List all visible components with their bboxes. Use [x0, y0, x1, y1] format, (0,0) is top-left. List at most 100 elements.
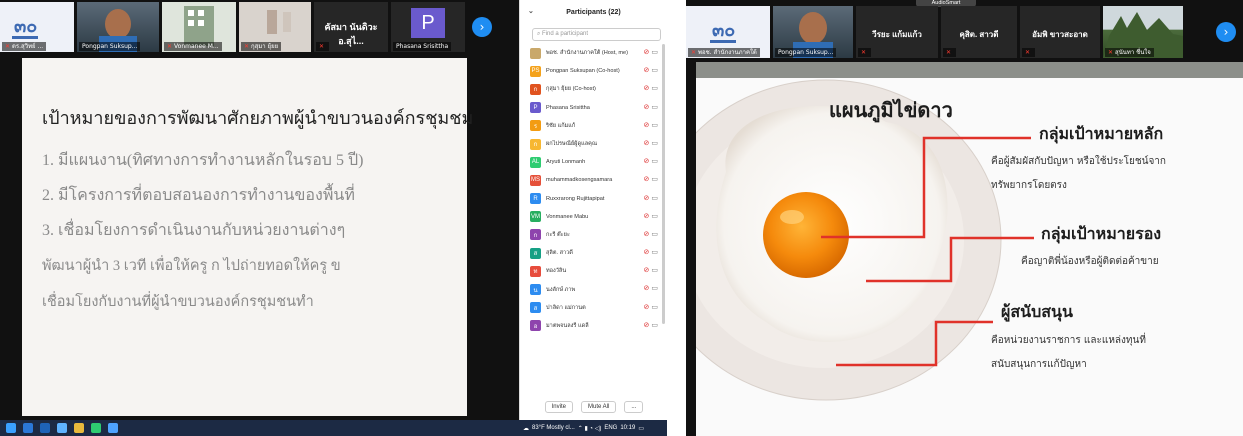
video-tile[interactable]: ✕ สุนันทา ชื่นใจ [1103, 6, 1183, 58]
participant-row[interactable]: PS Pongpan Suksupan (Co-host) ⊘ ▭ [520, 62, 668, 80]
participant-name: Ruxxrarong Rujittapipat [546, 195, 605, 202]
search-icon[interactable] [23, 423, 33, 433]
participant-name: ริชัย แก้มแก้ [546, 122, 576, 129]
participant-row[interactable]: ก กุสุมา ยุ้ยย (Co-host) ⊘ ▭ [520, 80, 668, 98]
participant-row[interactable]: ท ทองวัลิน ⊘ ▭ [520, 262, 668, 280]
muted-mic-icon: ⊘ [643, 302, 650, 311]
camera-icon: ▭ [651, 66, 658, 75]
participant-row[interactable]: R Ruxxrarong Rujittapipat ⊘ ▭ [520, 190, 668, 208]
slide-line: เชื่อมโยงกับงานที่ผู้นำขบวนองค์กรชุมชนทำ [42, 294, 314, 310]
camera-icon: ▭ [651, 102, 658, 111]
search-input[interactable]: ⌕ Find a participant [532, 28, 661, 41]
edge-icon[interactable] [57, 423, 67, 433]
video-tile[interactable]: Pongpan Suksup... [77, 2, 159, 52]
participant-name: สุลิต. สาวดี [546, 250, 573, 257]
language-indicator[interactable]: ENG [604, 425, 617, 431]
muted-mic-icon: ✕ [691, 49, 697, 56]
tile-display-name: อัมพิ ขาวสะอาด [1032, 30, 1088, 39]
system-tray: ☁ 83°F Mostly cl... ⌃ ▮ ◔ ◁) ENG 10:19 ▭ [519, 420, 667, 436]
tile-display-name: คุสิต. สาวดี [959, 30, 999, 39]
video-tile[interactable]: ๓๐ ✕ ดร.สุวิทย์ ... [0, 2, 74, 52]
video-tile[interactable]: ✕ Vonmanee M... [162, 2, 236, 52]
muted-mic-icon: ⊘ [643, 211, 650, 220]
chevron-right-icon[interactable]: › [472, 17, 492, 37]
participant-row[interactable]: ก กะรี ต๊ะยะ ⊘ ▭ [520, 226, 668, 244]
participant-avatar: ก [530, 229, 541, 241]
participant-row[interactable]: ร ริชัย แก้มแก้ ⊘ ▭ [520, 117, 668, 135]
slide-line: 3. เชื่อมโยงการดำเนินงานกับหน่วยงานต่างๆ [42, 222, 346, 239]
video-tile[interactable]: P Phasana Srisittha [391, 2, 465, 52]
participant-avatar: ก [530, 138, 541, 150]
notification-icon[interactable]: ▭ [638, 425, 644, 432]
start-icon[interactable] [6, 423, 16, 433]
clock[interactable]: 10:19 [620, 425, 635, 431]
participant-avatar: ท [530, 265, 541, 277]
muted-mic-icon: ⊘ [643, 175, 650, 184]
participant-row[interactable]: ส สุลิต. สาวดี ⊘ ▭ [520, 244, 668, 262]
participant-avatar: PS [530, 65, 541, 77]
tile-name: ✕ พอช. สำนักงานภาคใต้ [688, 48, 760, 57]
tile-name: ✕ ดร.สุวิทย์ ... [2, 42, 47, 51]
group-heading: กลุ่มเป้าหมายหลัก [1039, 124, 1164, 143]
muted-mic-icon: ⊘ [643, 266, 650, 275]
right-screen: AudioSmart ๓๐ ✕ พอช. สำนักงานภาคใต้ Pongp… [686, 0, 1243, 436]
shared-slide: เป้าหมายของการพัฒนาศักยภาพผู้นำขบวนองค์ก… [22, 58, 473, 416]
participant-row[interactable]: ส ปาลิดา แม่กานต ⊘ ▭ [520, 299, 668, 317]
chrome-icon[interactable] [74, 423, 84, 433]
tile-display-name: วีรยะ แก้มแก้ว [872, 30, 922, 39]
zoom-app-icon[interactable] [108, 423, 118, 433]
muted-mic-icon: ⊘ [643, 138, 650, 147]
group-desc: ทรัพยากรโดยตรง [991, 180, 1067, 191]
muted-mic-icon: ⊘ [643, 193, 650, 202]
participant-row[interactable]: อ มาตพจนลงรี แดลี ⊘ ▭ [520, 317, 668, 335]
muted-mic-icon: ⊘ [643, 48, 650, 56]
participant-row[interactable]: P Phasana Srisittha ⊘ ▭ [520, 99, 668, 117]
chevron-right-icon[interactable]: › [1216, 22, 1236, 42]
video-tile[interactable]: อัมพิ ขาวสะอาด ✕ [1020, 6, 1100, 58]
egg-yolk [763, 192, 849, 278]
participant-status-icons: ⊘ ▭ [644, 284, 659, 292]
tile-name: Pongpan Suksup... [79, 42, 141, 51]
task-view-icon[interactable] [40, 423, 50, 433]
participant-row[interactable]: ก ผกไปรษณีย์ผู้ดูแลคุณ ⊘ ▭ [520, 135, 668, 153]
participant-name: Pongpan Suksupan (Co-host) [546, 68, 620, 75]
participant-row[interactable]: น นงลักษ์ ภาพ ⊘ ▭ [520, 280, 668, 298]
chevron-down-icon[interactable]: ⌄ [528, 7, 534, 15]
video-tile[interactable]: คัสมา นันดิวะ อ.สุไ... ✕ [314, 2, 388, 52]
participant-status-icons: ⊘ ▭ [644, 230, 659, 238]
participant-row[interactable]: MS muhammadkosengsamara ⊘ ▭ [520, 171, 668, 189]
video-strip: ๓๐ ✕ พอช. สำนักงานภาคใต้ Pongpan Suksup..… [686, 4, 1186, 60]
video-tile[interactable]: Pongpan Suksup... [773, 6, 853, 58]
video-tile[interactable]: วีรยะ แก้มแก้ว ✕ [856, 6, 938, 58]
more-button[interactable]: ... [624, 401, 644, 413]
muted-mic-icon: ⊘ [643, 157, 650, 166]
camera-icon: ▭ [651, 211, 658, 220]
muted-mic-icon: ✕ [861, 49, 867, 56]
camera-icon: ▭ [651, 48, 658, 56]
video-tile[interactable]: ๓๐ ✕ พอช. สำนักงานภาคใต้ [686, 6, 770, 58]
participant-row[interactable]: VM Vonmanee Mabu ⊘ ▭ [520, 208, 668, 226]
group-desc: คือผู้สัมผัสกับปัญหา หรือใช้ประโยชน์จาก [991, 156, 1166, 167]
invite-button[interactable]: Invite [544, 401, 573, 413]
participant-status-icons: ⊘ ▭ [644, 66, 659, 74]
participant-avatar: R [530, 193, 541, 205]
participant-name: Phasana Srisittha [546, 104, 590, 111]
participant-row[interactable]: AL Aryuti Lonmanh ⊘ ▭ [520, 153, 668, 171]
weather-text[interactable]: 83°F Mostly cl... [532, 425, 575, 431]
tile-name: ✕ [316, 42, 330, 51]
participant-list: พอช. สำนักงานภาคใต้ (Host, me) ⊘ ▭ PS Pongpa… [520, 44, 668, 335]
muted-mic-icon: ✕ [1025, 49, 1031, 56]
camera-icon: ▭ [651, 193, 658, 202]
tile-name: ✕ สุนันทา ชื่นใจ [1105, 48, 1154, 57]
avatar: P [411, 8, 445, 38]
mute-all-button[interactable]: Mute All [580, 401, 617, 413]
participant-status-icons: ⊘ ▭ [644, 212, 659, 220]
shared-slide: แผนภูมิไข่ดาว กลุ่มเป้าหมายหลัก คือผู้สั… [696, 62, 1243, 436]
participant-row[interactable]: พอช. สำนักงานภาคใต้ (Host, me) ⊘ ▭ [520, 44, 668, 62]
participant-status-icons: ⊘ ▭ [644, 303, 659, 311]
video-tile[interactable]: ✕ กุสุมา ยุ้ยย [239, 2, 311, 52]
video-tile[interactable]: คุสิต. สาวดี ✕ [941, 6, 1017, 58]
camera-icon: ▭ [651, 138, 658, 147]
tray-icons[interactable]: ⌃ ▮ ◔ ◁) [578, 425, 602, 432]
files-icon[interactable] [91, 423, 101, 433]
